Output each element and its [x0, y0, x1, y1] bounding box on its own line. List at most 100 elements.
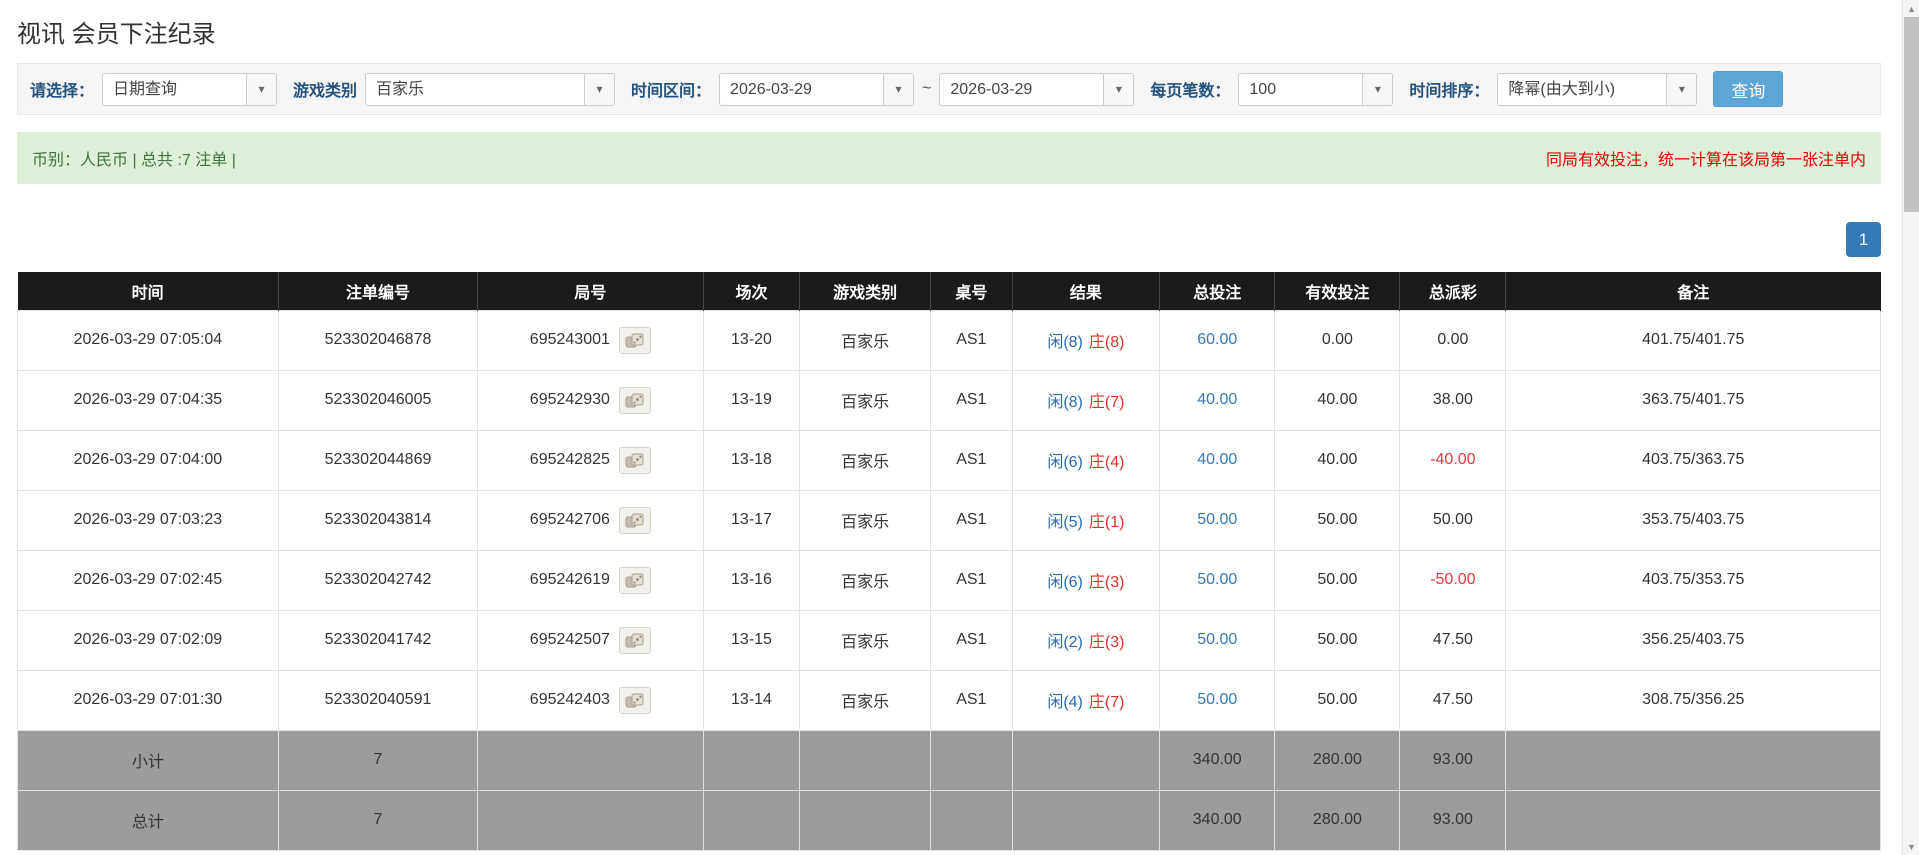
cell-note: 363.75/401.75 — [1505, 369, 1881, 431]
cell-note: 403.75/363.75 — [1505, 429, 1881, 491]
cell-table: AS1 — [929, 549, 1013, 611]
chevron-down-icon[interactable]: ▾ — [246, 73, 277, 105]
cell-game-type: 百家乐 — [799, 669, 931, 731]
game-record-button[interactable] — [618, 446, 651, 474]
cell-note: 308.75/356.25 — [1505, 669, 1881, 731]
date-from-value: 2026-03-29 — [730, 80, 812, 98]
page-button-1[interactable]: 1 — [1846, 222, 1881, 257]
chevron-down-icon[interactable]: ▾ — [584, 73, 615, 105]
pagination: 1 — [17, 222, 1881, 257]
result-player: 闲(6) — [1047, 454, 1083, 471]
query-type-select[interactable]: 日期查询 ▾ — [102, 72, 278, 106]
records-table: 时间 注单编号 局号 场次 游戏类别 桌号 结果 总投注 有效投注 总派彩 备注… — [17, 272, 1881, 851]
chevron-down-icon[interactable]: ▾ — [883, 73, 914, 105]
window-scrollbar[interactable]: ▲ ▼ — [1902, 0, 1919, 855]
date-to-select[interactable]: 2026-03-29 ▾ — [939, 72, 1135, 106]
cell-table: AS1 — [929, 309, 1013, 371]
table-footer: 小计 7 340.00 280.00 93.00 总计 7 340.00 280… — [17, 729, 1881, 851]
result-player: 闲(8) — [1047, 334, 1083, 351]
cell-game-type: 百家乐 — [799, 309, 931, 371]
game-record-button[interactable] — [618, 626, 651, 654]
time-range-group: 时间区间： 2026-03-29 ▾ ~ 2026-03-29 ▾ — [631, 72, 1135, 106]
page-size-group: 每页笔数： 100 ▾ — [1150, 72, 1394, 106]
cell-payout: 38.00 — [1399, 369, 1507, 431]
game-record-button[interactable] — [618, 326, 651, 354]
page-size-select[interactable]: 100 ▾ — [1238, 72, 1394, 106]
col-bet-id: 注单编号 — [278, 272, 479, 310]
cell-round: 695242507 — [477, 609, 704, 671]
col-payout: 总派彩 — [1399, 272, 1507, 310]
cell-result: 闲(4) 庄(7) — [1011, 669, 1160, 731]
cell-table: AS1 — [929, 609, 1013, 671]
cell-session: 13-18 — [702, 429, 801, 491]
cell-result: 闲(6) 庄(3) — [1011, 549, 1160, 611]
page-size-value: 100 — [1249, 80, 1277, 98]
cell-total-bet: 50.00 — [1158, 489, 1276, 551]
total-count: 7 — [277, 789, 479, 851]
bet-record-row: 2026-03-29 07:04:00 523302044869 6952428… — [17, 429, 1881, 491]
result-banker: 庄(1) — [1088, 514, 1125, 531]
game-record-button[interactable] — [618, 686, 651, 714]
cell-table: AS1 — [929, 429, 1013, 491]
cell-game-type: 百家乐 — [799, 369, 931, 431]
bet-record-row: 2026-03-29 07:03:23 523302043814 6952427… — [17, 489, 1881, 551]
range-separator: ~ — [922, 80, 932, 97]
cell-session: 13-17 — [702, 489, 801, 551]
result-banker: 庄(3) — [1088, 574, 1125, 591]
col-note: 备注 — [1505, 272, 1881, 310]
cell-time: 2026-03-29 07:02:09 — [17, 609, 279, 671]
game-record-button[interactable] — [618, 566, 651, 594]
cell-payout: -50.00 — [1399, 549, 1507, 611]
table-header: 时间 注单编号 局号 场次 游戏类别 桌号 结果 总投注 有效投注 总派彩 备注 — [17, 272, 1881, 310]
game-record-button[interactable] — [618, 506, 651, 534]
cell-result: 闲(2) 庄(3) — [1011, 609, 1160, 671]
search-button[interactable]: 查询 — [1713, 71, 1784, 107]
result-banker: 庄(7) — [1088, 694, 1125, 711]
cell-payout: 0.00 — [1399, 309, 1507, 371]
cell-result: 闲(6) 庄(4) — [1011, 429, 1160, 491]
scrollbar-thumb[interactable] — [1904, 17, 1919, 212]
cell-note: 403.75/353.75 — [1505, 549, 1881, 611]
sort-order-select[interactable]: 降幂(由大到小) ▾ — [1497, 72, 1698, 106]
cell-round: 695242930 — [477, 369, 704, 431]
cell-total-bet: 50.00 — [1158, 669, 1276, 731]
round-number: 695242825 — [529, 451, 610, 468]
bet-record-row: 2026-03-29 07:04:35 523302046005 6952429… — [17, 369, 1881, 431]
query-type-value: 日期查询 — [113, 80, 178, 98]
subtotal-row: 小计 7 340.00 280.00 93.00 — [17, 729, 1881, 791]
dice-icon — [625, 693, 644, 707]
cell-bet-id: 523302043814 — [277, 489, 479, 551]
total-label: 总计 — [17, 789, 279, 851]
same-round-notice-text: 同局有效投注，统一计算在该局第一张注单内 — [1545, 152, 1866, 169]
chevron-down-icon[interactable]: ▾ — [1103, 73, 1134, 105]
cell-note: 353.75/403.75 — [1505, 489, 1881, 551]
cell-time: 2026-03-29 07:03:23 — [17, 489, 279, 551]
date-from-select[interactable]: 2026-03-29 ▾ — [719, 72, 915, 106]
cell-bet-id: 523302046005 — [277, 369, 479, 431]
cell-valid-bet: 50.00 — [1274, 609, 1401, 671]
time-range-label: 时间区间： — [631, 83, 712, 100]
chevron-down-icon[interactable]: ▾ — [1362, 73, 1393, 105]
currency-summary-text: 币别：人民币 | 总共 :7 注单 | — [32, 152, 236, 169]
cell-game-type: 百家乐 — [799, 609, 931, 671]
header-row: 时间 注单编号 局号 场次 游戏类别 桌号 结果 总投注 有效投注 总派彩 备注 — [17, 272, 1881, 310]
cell-valid-bet: 50.00 — [1274, 669, 1401, 731]
dice-icon — [625, 333, 644, 347]
chevron-down-icon[interactable]: ▾ — [1666, 73, 1697, 105]
scrollbar-up-arrow-icon[interactable]: ▲ — [1903, 0, 1919, 17]
cell-bet-id: 523302040591 — [277, 669, 479, 731]
scrollbar-down-arrow-icon[interactable]: ▼ — [1903, 838, 1919, 855]
bet-record-row: 2026-03-29 07:02:09 523302041742 6952425… — [17, 609, 1881, 671]
cell-result: 闲(5) 庄(1) — [1011, 489, 1160, 551]
cell-session: 13-19 — [702, 369, 801, 431]
cell-total-bet: 40.00 — [1158, 429, 1276, 491]
dice-icon — [625, 573, 644, 587]
cell-round: 695243001 — [477, 309, 704, 371]
cell-bet-id: 523302041742 — [277, 609, 479, 671]
cell-total-bet: 40.00 — [1158, 369, 1276, 431]
game-type-select[interactable]: 百家乐 ▾ — [365, 72, 616, 106]
result-banker: 庄(8) — [1088, 334, 1125, 351]
cell-game-type: 百家乐 — [799, 489, 931, 551]
result-player: 闲(6) — [1047, 574, 1083, 591]
game-record-button[interactable] — [618, 386, 651, 414]
